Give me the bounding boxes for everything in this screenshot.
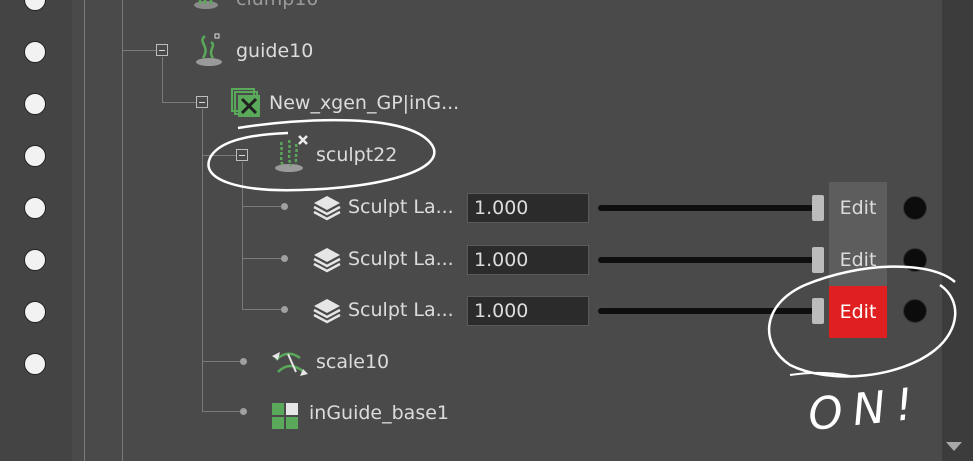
tree-node-dot — [281, 255, 288, 262]
guide-icon — [193, 32, 225, 68]
layer-active-toggle[interactable] — [903, 196, 927, 220]
visibility-column — [0, 0, 72, 461]
scale-icon — [270, 346, 310, 380]
tree-line — [242, 258, 284, 259]
tree-node-dot — [240, 408, 247, 415]
tree-item-label[interactable]: New_xgen_GP|inG... — [269, 92, 459, 114]
visibility-toggle-sculpt[interactable] — [24, 145, 46, 167]
tree-line — [122, 50, 156, 51]
layers-icon — [312, 194, 342, 222]
tree-item-label[interactable]: sculpt22 — [316, 144, 397, 166]
collapse-toggle[interactable] — [236, 149, 248, 161]
layer-active-toggle[interactable] — [903, 248, 927, 272]
tree-line — [202, 411, 244, 412]
tree-node-dot — [281, 306, 288, 313]
sculpt-icon — [273, 134, 309, 174]
visibility-toggle-layer-2[interactable] — [24, 249, 46, 271]
description-icon — [230, 87, 262, 119]
sculpt-layer-label[interactable]: Sculpt La... — [348, 248, 454, 270]
edit-button-active[interactable]: Edit — [829, 286, 887, 338]
tree-item-label[interactable]: inGuide_base1 — [309, 402, 449, 424]
sculpt-layer-label[interactable]: Sculpt La... — [348, 299, 454, 321]
layer-active-toggle[interactable] — [903, 299, 927, 323]
visibility-toggle-clump[interactable] — [24, 0, 46, 11]
layers-icon — [312, 297, 342, 325]
visibility-toggle-gp[interactable] — [24, 93, 46, 115]
slider-handle[interactable] — [812, 247, 824, 273]
slider-handle[interactable] — [812, 195, 824, 221]
tree-line — [202, 361, 244, 362]
collapse-toggle[interactable] — [196, 96, 208, 108]
layers-icon — [312, 246, 342, 274]
tree-line — [202, 155, 236, 156]
tree-line — [122, 0, 123, 461]
layer-weight-slider[interactable] — [598, 308, 814, 314]
layer-weight-field[interactable]: 1.000 — [467, 193, 589, 223]
scroll-down-icon[interactable] — [946, 442, 962, 451]
tree-item-label[interactable]: scale10 — [316, 351, 389, 373]
visibility-toggle-layer-3[interactable] — [24, 301, 46, 323]
tree-item-label[interactable]: guide10 — [236, 40, 313, 62]
tree-line — [162, 102, 196, 103]
inguide-icon — [271, 402, 299, 430]
scrollbar[interactable] — [942, 0, 973, 461]
layer-weight-field[interactable]: 1.000 — [467, 296, 589, 326]
sculpt-layer-label[interactable]: Sculpt La... — [348, 196, 454, 218]
clump-icon — [192, 0, 220, 14]
layer-weight-field[interactable]: 1.000 — [467, 245, 589, 275]
tree-line — [242, 206, 284, 207]
edit-button[interactable]: Edit — [829, 234, 887, 286]
edit-button[interactable]: Edit — [829, 182, 887, 234]
tree-line — [162, 57, 163, 103]
tree-node-dot — [281, 203, 288, 210]
tree-item-label: clump10 — [236, 0, 319, 10]
tree-line — [84, 0, 85, 461]
tree-line — [242, 162, 243, 310]
visibility-toggle-scale[interactable] — [24, 353, 46, 375]
visibility-toggle-guide[interactable] — [24, 41, 46, 63]
tree-line — [242, 309, 284, 310]
visibility-toggle-layer-1[interactable] — [24, 197, 46, 219]
layer-weight-slider[interactable] — [598, 205, 814, 211]
layer-weight-slider[interactable] — [598, 257, 814, 263]
collapse-toggle[interactable] — [156, 44, 168, 56]
slider-handle[interactable] — [812, 298, 824, 324]
tree-node-dot — [240, 358, 247, 365]
